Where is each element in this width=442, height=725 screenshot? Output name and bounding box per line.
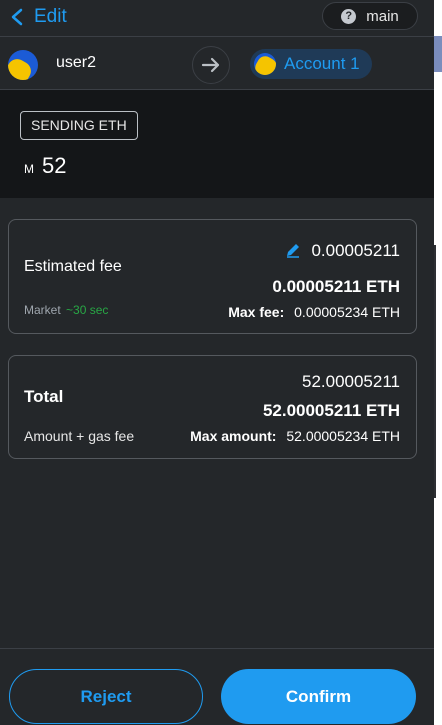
to-account-pill[interactable]: Account 1 (250, 49, 372, 79)
to-account-name: Account 1 (284, 54, 360, 73)
max-fee-value: 0.00005234 ETH (294, 304, 400, 320)
arrow-right-icon (192, 46, 230, 84)
estimated-fee-card: Estimated fee Market ~30 sec 0.00005211 … (8, 219, 417, 334)
chevron-left-icon (11, 8, 23, 26)
total-subtitle: Amount + gas fee (24, 428, 135, 444)
estimated-fee-title: Estimated fee (24, 258, 122, 275)
max-amount-row: Max amount: 52.00005234 ETH (190, 428, 400, 444)
edit-back-button[interactable]: Edit (10, 4, 67, 30)
edit-label: Edit (34, 6, 67, 27)
total-title: Total (24, 387, 64, 406)
action-footer: Reject Confirm (0, 648, 434, 725)
total-primary-value: 52.00005211 (301, 372, 400, 391)
reject-button[interactable]: Reject (9, 669, 203, 724)
max-amount-value: 52.00005234 ETH (286, 428, 400, 444)
question-icon: ? (341, 8, 357, 24)
content-scrollbar[interactable] (434, 245, 436, 498)
fee-eth-value: 0.00005211 ETH (272, 277, 400, 296)
max-fee-row: Max fee: 0.00005234 ETH (228, 304, 400, 320)
sending-amount-row: M 52 (24, 153, 66, 179)
sending-badge: SENDING ETH (20, 111, 138, 140)
fee-primary-value: 0.00005211 (311, 241, 400, 260)
total-eth-value: 52.00005211 ETH (262, 401, 400, 420)
from-account-avatar (8, 50, 38, 80)
network-label: main (366, 7, 399, 25)
fee-primary-row: 0.00005211 (285, 241, 400, 261)
fee-speed: Market ~30 sec (24, 303, 108, 317)
sending-amount: 52 (42, 153, 67, 178)
account-transfer-bar: user2 Account 1 (0, 36, 434, 90)
currency-mark: M (24, 162, 34, 176)
fee-speed-time: ~30 sec (66, 303, 109, 317)
total-card: Total Amount + gas fee 52.00005211 52.00… (8, 355, 417, 459)
max-fee-label: Max fee: (228, 304, 285, 320)
fee-speed-label: Market (24, 303, 61, 317)
window-scrollbar-thumb[interactable] (434, 36, 442, 72)
pencil-edit-icon[interactable] (285, 242, 301, 258)
from-account-name: user2 (56, 54, 97, 71)
top-bar: Edit ? main (0, 0, 434, 36)
to-account-avatar (254, 53, 276, 75)
sending-summary: SENDING ETH M 52 (0, 90, 434, 198)
confirm-button[interactable]: Confirm (221, 669, 416, 724)
max-amount-label: Max amount: (190, 428, 277, 444)
network-selector[interactable]: ? main (322, 2, 418, 30)
